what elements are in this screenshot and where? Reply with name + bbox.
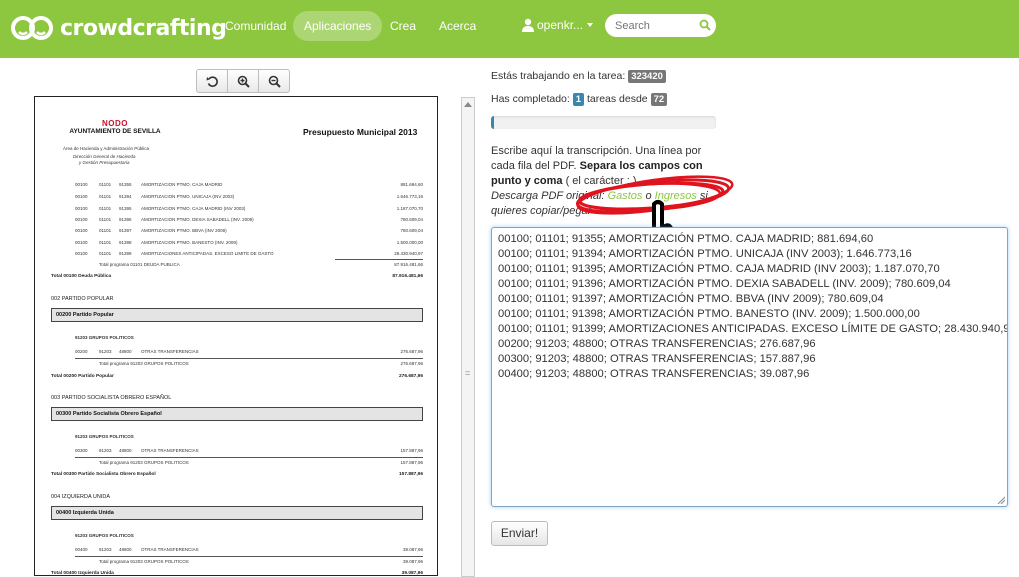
transcription-line: 00200; 91203; 48800; OTRAS TRANSFERENCIA… [498,338,816,350]
collapse-arrow-icon[interactable] [464,102,472,107]
pdf-section-title: 002 PARTIDO POPULAR [51,296,114,302]
transcription-line: 00100; 01101; 91396; AMORTIZACIÓN PTMO. … [498,278,951,290]
pdf-program-total: Total programa 91203 GRUPOS POLITICOS 276… [99,361,423,366]
pdf-total: Total 00300 Partido Socialista Obrero Es… [51,472,423,477]
pdf-toolbar [196,69,290,93]
search-box [605,14,716,37]
total-tasks-badge: 72 [650,93,668,106]
transcription-line: 00100; 01101; 91395; AMORTIZACIÓN PTMO. … [498,263,940,275]
logo-ayuntamiento-text: AYUNTAMIENTO DE SEVILLA [69,128,161,135]
pdf-direccion: Dirección General de Hacienda [73,154,136,159]
chevron-down-icon [587,23,594,27]
drag-handle-icon[interactable]: = [465,369,471,378]
zoom-in-icon [237,75,250,88]
task-info: Estás trabajando en la tarea: 323420 [491,70,666,83]
resize-handle-icon[interactable] [997,496,1005,504]
pdf-group-title: 91203 GRUPOS POLITICOS [75,533,134,538]
pdf-title: Presupuesto Municipal 2013 [303,127,418,137]
progress-fill [491,116,495,129]
submit-button[interactable]: Enviar! [491,521,548,546]
pdf-group-title: 91203 GRUPOS POLITICOS [75,434,134,439]
transcription-line: 00300; 91203; 48800; OTRAS TRANSFERENCIA… [498,353,816,365]
instr-line-1: Escribe aquí la transcripción. Una línea… [491,145,702,157]
pdf-program-total: Total programa 01101 DEUDA PUBLICA 87.916… [99,262,423,267]
pdf-section-box: 00200 Partido Popular [51,308,423,322]
pdf-section-title: 004 IZQUIERDA UNIDA [51,494,110,500]
pdf-row: 00100 01101 91355 AMORTIZACION PTMO. CAJA M… [75,182,423,187]
pdf-total: Total 00400 Izquierda Unida 39.087,96 [51,571,423,576]
pdf-row: 00100 01101 91397 AMORTIZACION PTMO. BBVA (… [75,228,423,233]
pdf-row: 00100 01101 91398 AMORTIZACION PTMO. BANEST… [75,240,423,245]
nav-comunidad[interactable]: Comunidad [214,11,297,41]
user-name: openkr... [537,18,584,32]
search-icon[interactable] [699,19,711,31]
task-id-badge: 323420 [628,70,666,83]
pdf-area: Área de Hacienda y Administración Públic… [63,146,150,151]
pdf-row: 00100 01101 91396 AMORTIZACION PTMO. DEXIA … [75,217,423,222]
logo-nodo-text: NODO [102,119,128,128]
pdf-row: 00400 91203 48800 OTRAS TRANSFERENCIAS 39.08… [75,547,423,552]
pdf-program-total: Total programa 91203 GRUPOS POLITICOS 157… [99,460,423,465]
pdf-viewer[interactable]: NODO AYUNTAMIENTO DE SEVILLA Presupuesto… [34,96,438,576]
search-input[interactable] [615,17,695,34]
pdf-row: 00300 91203 48800 OTRAS TRANSFERENCIAS 157.8… [75,448,423,453]
pdf-gestion: y Gestión Presupuestaria [79,160,130,165]
instr-line-3a: punto y coma [491,175,563,187]
transcription-line: 00100; 01101; 91394; AMORTIZACIÓN PTMO. … [498,248,912,260]
pdf-rule [335,259,423,260]
ayuntamiento-logo: NODO AYUNTAMIENTO DE SEVILLA [65,119,165,135]
pdf-program-total: Total programa 91203 GRUPOS POLITICOS 39.… [99,559,423,564]
pdf-row: 00100 01101 91395 AMORTIZACION PTMO. CAJA M… [75,206,423,211]
pdf-rule [75,556,423,557]
transcription-line: 00100; 01101; 91355; AMORTIZACIÓN PTMO. … [498,233,874,245]
nav-aplicaciones[interactable]: Aplicaciones [293,11,383,41]
zoom-out-button[interactable] [258,69,290,93]
user-menu[interactable]: openkr... [522,18,594,32]
rotate-button[interactable] [196,69,228,93]
pdf-section-box: 00400 Izquierda Unida [51,506,423,520]
top-navbar: crowdcrafting Comunidad Aplicaciones Cre… [0,0,1019,58]
pdf-row: 00200 91203 48800 OTRAS TRANSFERENCIAS 276.6… [75,349,423,354]
completed-info: Has completado: 1 tareas desde 72 [491,93,668,106]
brand-name: crowdcrafting [60,15,227,41]
progress-bar [491,116,716,129]
completed-label: Has completado: [491,93,570,105]
brand-logo[interactable]: crowdcrafting [10,12,227,44]
instr-line-2a: cada fila del PDF. [491,160,577,172]
pdf-section-title: 003 PARTIDO SOCIALISTA OBRERO ESPAÑOL [51,395,172,401]
nav-acerca[interactable]: Acerca [428,11,487,41]
transcription-line: 00100; 01101; 91397; AMORTIZACIÓN PTMO. … [498,293,884,305]
user-icon [522,18,534,32]
transcription-line: 00100; 01101; 91398; AMORTIZACIÓN PTMO. … [498,308,920,320]
pdf-row: 00100 01101 91399 AMORTIZACIONES ANTICIPADA… [75,251,423,256]
pdf-total: Total 00200 Partido Popular 276.687,96 [51,374,423,379]
pdf-rule [75,457,423,458]
pdf-rule [75,358,423,359]
crowdcrafting-logo-icon [11,16,53,40]
pdf-total: Total 00100 Deuda Pública 87.916.481,66 [51,274,423,279]
zoom-out-icon [268,75,281,88]
transcription-line: 00400; 91203; 48800; OTRAS TRANSFERENCIA… [498,368,810,380]
rotate-icon [206,75,218,87]
pdf-group-title: 91203 GRUPOS POLITICOS [75,335,134,340]
completed-mid-label: tareas desde [586,93,648,105]
working-label: Estás trabajando en la tarea: [491,70,626,82]
pdf-row: 00100 01101 91394 AMORTIZACION PTMO. UNICAJ… [75,194,423,199]
transcription-line: 00100; 01101; 91399; AMORTIZACIONES ANTI… [498,323,1008,335]
panel-splitter[interactable]: = [461,97,475,577]
nav-crea[interactable]: Crea [379,11,427,41]
pdf-section-box: 00300 Partido Socialista Obrero Español [51,407,423,421]
zoom-in-button[interactable] [227,69,259,93]
transcription-textarea[interactable]: 00100; 01101; 91355; AMORTIZACIÓN PTMO. … [491,227,1008,507]
completed-count-badge: 1 [572,93,585,106]
